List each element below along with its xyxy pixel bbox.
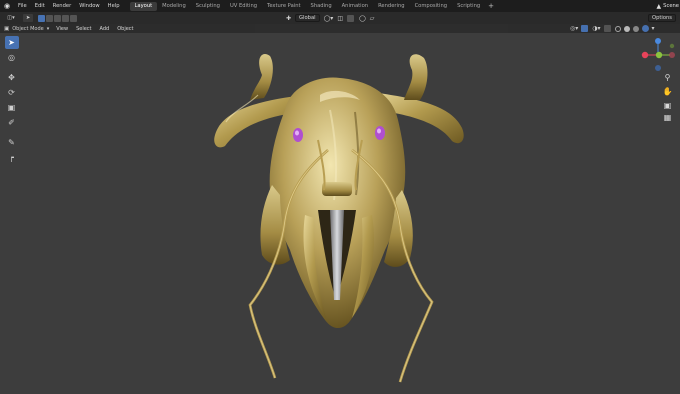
gizmo-toggle-icon[interactable] (581, 25, 589, 32)
scene-label: Scene (663, 3, 679, 9)
select-new-icon[interactable] (38, 14, 45, 22)
select-icon[interactable]: ➤ (4, 36, 19, 49)
annotate-icon[interactable]: ✎ (5, 136, 19, 149)
shading-wire-icon[interactable] (614, 25, 621, 32)
chevron-down-icon: ▾ (46, 25, 50, 32)
navigation-gizmo[interactable] (636, 33, 680, 83)
select-extend-icon[interactable] (46, 14, 53, 22)
selection-mode-group (38, 14, 78, 22)
tab-layout[interactable]: Layout (129, 1, 158, 11)
blender-window: ◉ File Edit Render Window Help Layout Mo… (0, 0, 680, 394)
orientation-icon: ✚ (286, 14, 292, 22)
top-menu-bar: ◉ File Edit Render Window Help Layout Mo… (0, 0, 680, 12)
shading-options-icon[interactable]: ▾ (652, 25, 655, 32)
xray-icon[interactable] (603, 25, 611, 32)
menu-window[interactable]: Window (75, 3, 103, 9)
menu-add[interactable]: Add (96, 26, 114, 32)
add-workspace-button[interactable]: + (485, 2, 497, 10)
cursor-icon[interactable]: ◎ (5, 51, 19, 64)
pan-icon[interactable]: ✋ (662, 86, 673, 97)
tab-modeling[interactable]: Modeling (157, 2, 191, 11)
shading-material-icon[interactable] (632, 25, 639, 32)
tweak-tool-icon[interactable]: ➤ (23, 14, 33, 22)
tab-rendering[interactable]: Rendering (373, 2, 410, 11)
grid-icon[interactable]: ▦ (662, 112, 673, 123)
measure-icon[interactable]: ┍ (5, 151, 19, 164)
mode-dropdown[interactable]: Object Mode (9, 26, 47, 32)
proportional-edit-icon[interactable]: ◯ (359, 15, 366, 22)
select-invert-icon[interactable] (62, 14, 69, 22)
scene-icon: ▲ (656, 2, 662, 10)
viewport-header: ▣ Object Mode ▾ View Select Add Object ◎… (0, 24, 680, 33)
zoom-icon[interactable]: ⚲ (662, 72, 673, 83)
z-axis-handle (655, 38, 661, 44)
overlay-icon[interactable]: ◑▾ (592, 25, 600, 32)
tab-compositing[interactable]: Compositing (410, 2, 453, 11)
select-subtract-icon[interactable] (54, 14, 61, 22)
menu-view[interactable]: View (52, 26, 72, 32)
menu-object[interactable]: Object (113, 26, 137, 32)
tool-shelf: ➤ ◎ ✥ ⟳ ▣ ✐ ✎ ┍ (4, 36, 19, 164)
y-axis-handle (655, 51, 663, 59)
menu-help[interactable]: Help (104, 3, 124, 9)
right-horn-tip (404, 54, 428, 100)
tool-header: ◫▾ ➤ ✚ Global ◯▾ ◫ ◯ ▱ Options (0, 12, 680, 24)
tab-shading[interactable]: Shading (306, 2, 337, 11)
rotate-icon[interactable]: ⟳ (5, 86, 19, 99)
falloff-icon[interactable]: ▱ (370, 15, 375, 22)
scene-selector[interactable]: ▲ Scene (657, 0, 680, 12)
transform-icon[interactable]: ✐ (5, 116, 19, 129)
tab-sculpting[interactable]: Sculpting (191, 2, 225, 11)
viewport-canvas[interactable] (0, 33, 680, 394)
x-axis-handle (641, 51, 649, 59)
move-icon[interactable]: ✥ (5, 71, 19, 84)
menu-select[interactable]: Select (72, 26, 95, 32)
editor-type-icon[interactable]: ◫▾ (3, 14, 19, 22)
tab-scripting[interactable]: Scripting (452, 2, 485, 11)
select-intersect-icon[interactable] (70, 14, 77, 22)
menu-file[interactable]: File (14, 3, 31, 9)
blender-logo-icon[interactable]: ◉ (0, 0, 14, 12)
shading-rendered-icon[interactable] (641, 25, 649, 32)
snap-target-icon[interactable] (347, 14, 354, 22)
pivot-icon[interactable]: ◯▾ (324, 15, 334, 22)
scale-icon[interactable]: ▣ (5, 101, 19, 114)
menu-render[interactable]: Render (49, 3, 75, 9)
camera-icon[interactable]: ▣ (662, 100, 673, 111)
snap-icon[interactable]: ◫ (337, 15, 343, 22)
snout-band (322, 182, 352, 196)
shading-solid-icon[interactable] (623, 25, 630, 32)
menu-edit[interactable]: Edit (31, 3, 49, 9)
tab-uv-editing[interactable]: UV Editing (225, 2, 262, 11)
visibility-icon[interactable]: ◎▾ (570, 25, 578, 32)
options-dropdown[interactable]: Options (647, 14, 676, 22)
left-horn-tip (250, 54, 273, 100)
tab-texture-paint[interactable]: Texture Paint (262, 2, 305, 11)
orientation-dropdown[interactable]: Global (295, 14, 320, 22)
tab-animation[interactable]: Animation (337, 2, 373, 11)
